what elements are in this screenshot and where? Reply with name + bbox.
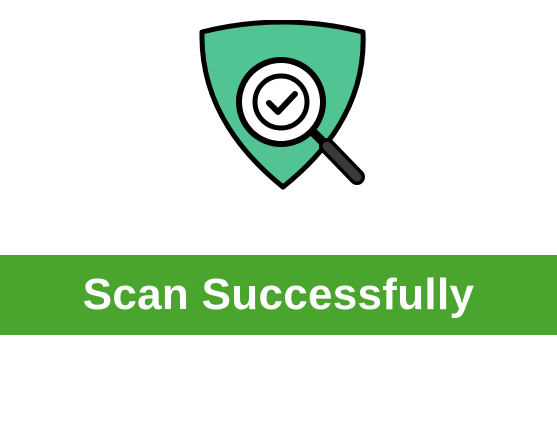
shield-icon (199, 20, 366, 190)
status-banner: Scan Successfully (0, 255, 557, 335)
status-message: Scan Successfully (82, 270, 475, 319)
check-badge (252, 73, 310, 131)
scan-success-illustration (197, 20, 371, 192)
